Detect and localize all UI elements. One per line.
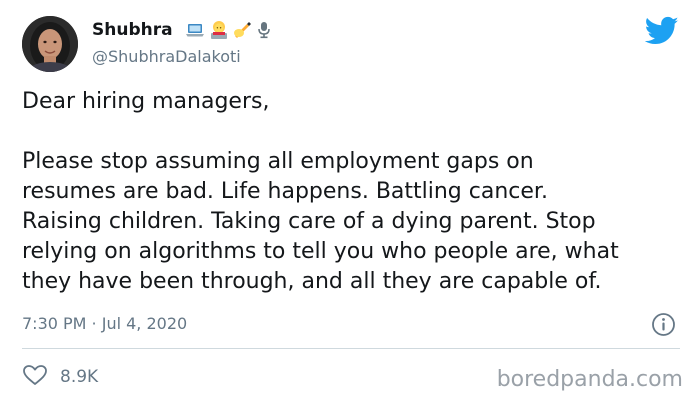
avatar[interactable] bbox=[22, 16, 78, 72]
like-count: 8.9K bbox=[60, 367, 99, 387]
author-name-row: Shubhra bbox=[92, 20, 272, 40]
microphone-emoji bbox=[256, 21, 272, 39]
tweet-greeting: Dear hiring managers, bbox=[22, 89, 270, 114]
writing-hand-emoji bbox=[233, 21, 253, 39]
display-name[interactable]: Shubhra bbox=[92, 20, 173, 40]
tweet-text: Dear hiring managers, Please stop assumi… bbox=[22, 87, 687, 297]
twitter-bird-icon[interactable] bbox=[644, 16, 679, 46]
divider bbox=[22, 348, 680, 349]
name-emojis bbox=[185, 20, 272, 40]
heart-icon[interactable] bbox=[22, 364, 48, 390]
watermark: boredpanda.com bbox=[496, 367, 683, 392]
tweet-timestamp[interactable]: 7:30 PM · Jul 4, 2020 bbox=[22, 314, 187, 333]
tweet-body: Please stop assuming all employment gaps… bbox=[22, 149, 619, 294]
laptop-emoji bbox=[185, 22, 205, 38]
tweet-card: Shubhra @ShubhraDalakoti Dear hiring man… bbox=[0, 0, 700, 402]
author-handle[interactable]: @ShubhraDalakoti bbox=[92, 47, 241, 66]
info-icon[interactable] bbox=[651, 312, 676, 337]
woman-technologist-emoji bbox=[208, 20, 230, 40]
like-action[interactable]: 8.9K bbox=[22, 364, 98, 390]
